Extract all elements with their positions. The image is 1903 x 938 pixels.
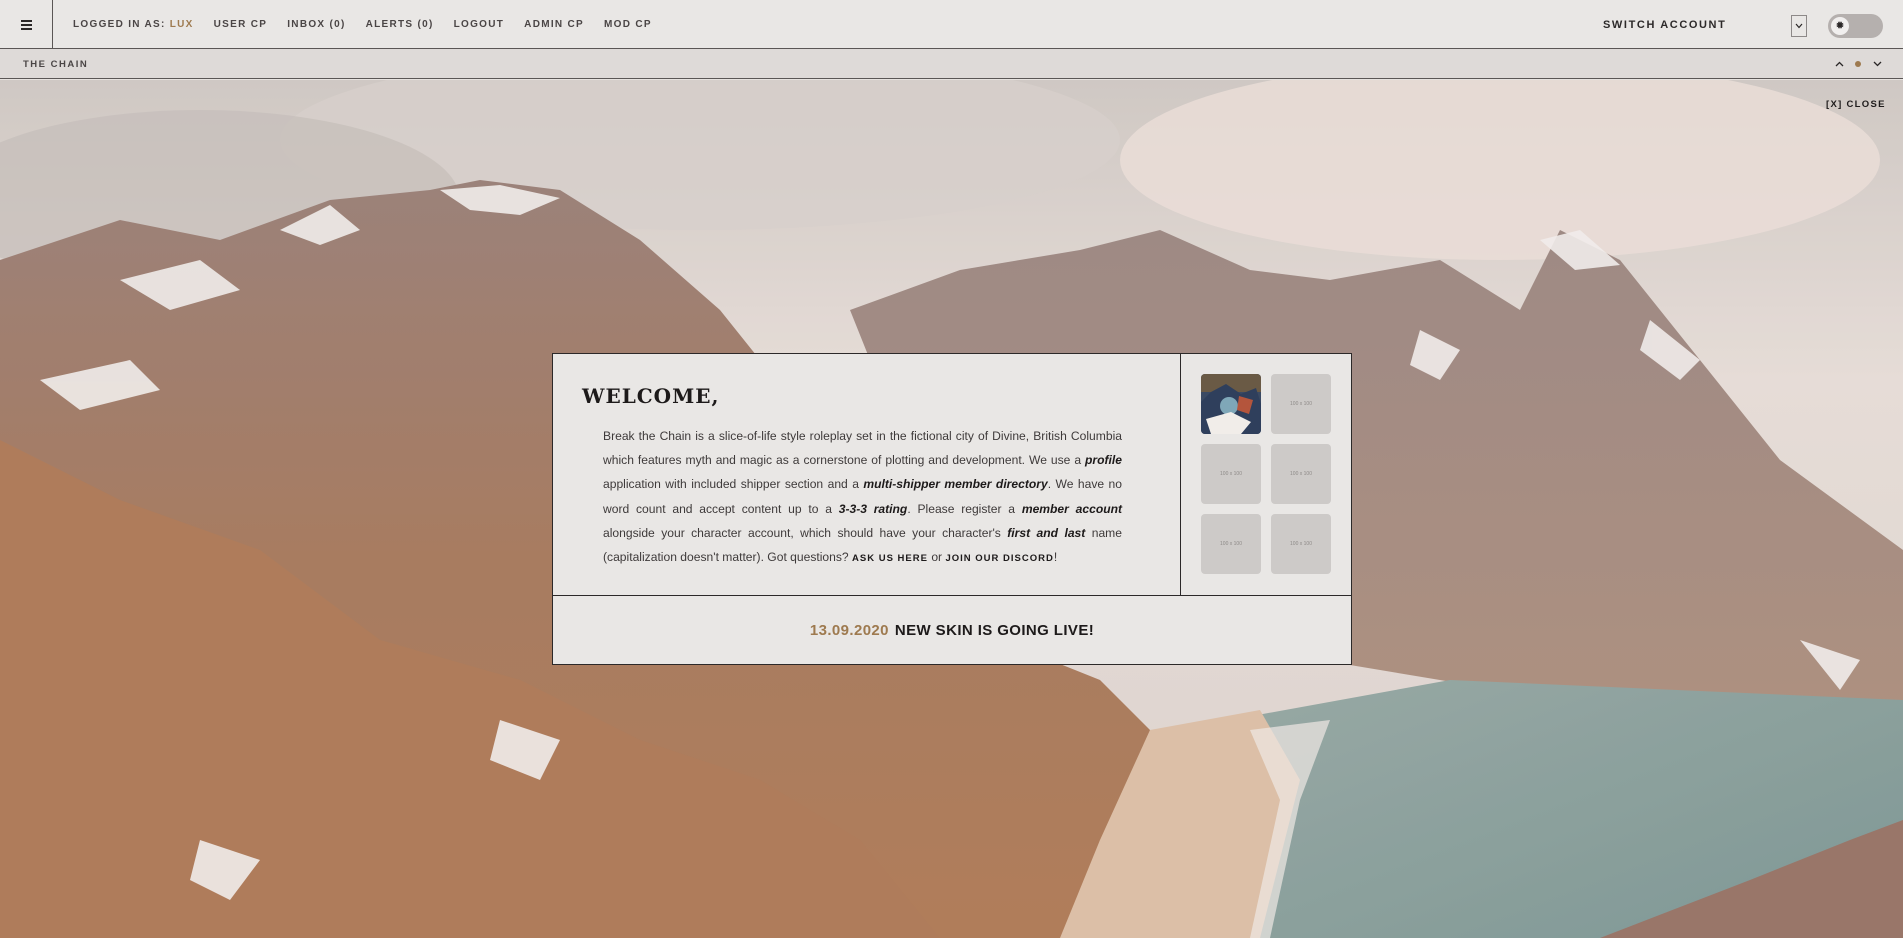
indicator-dot[interactable] [1853,58,1863,70]
theme-toggle[interactable]: ✹ [1828,14,1883,38]
board-title-bar: THE CHAIN [0,49,1903,79]
welcome-heading: WELCOME, [582,384,720,408]
join-discord-link[interactable]: JOIN OUR DISCORD [945,553,1053,564]
close-link[interactable]: [X] CLOSE [1826,99,1886,110]
welcome-section: WELCOME, Break the Chain is a slice-of-l… [553,354,1181,595]
menu-button[interactable] [0,0,53,49]
staff-thumbnails: 100 x 100 100 x 100 100 x 100 100 x 100 … [1201,374,1333,574]
nav-user-cp[interactable]: USER CP [214,19,268,30]
thumbnail-placeholder[interactable]: 100 x 100 [1271,444,1331,504]
thumbnail-photo[interactable] [1201,374,1261,434]
sun-icon: ✹ [1831,17,1849,35]
ask-us-here-link[interactable]: ASK US HERE [852,553,928,564]
username-link[interactable]: LUX [170,19,194,30]
chevron-down-icon [1795,23,1803,29]
welcome-text: Break the Chain is a slice-of-life style… [603,429,1123,565]
nav-inbox[interactable]: INBOX (0) [287,19,345,30]
announcement-headline: NEW SKIN IS GOING LIVE! [894,621,1095,639]
nav-admin-cp[interactable]: ADMIN CP [524,19,584,30]
nav-mod-cp[interactable]: MOD CP [604,19,652,30]
board-title: THE CHAIN [23,59,89,70]
top-navigation-bar: LOGGED IN AS: LUX USER CP INBOX (0) ALER… [0,0,1903,49]
logged-in-status: LOGGED IN AS: LUX [73,19,194,30]
announcement-bar: 13.09.2020 NEW SKIN IS GOING LIVE! [553,595,1351,664]
user-nav: LOGGED IN AS: LUX USER CP INBOX (0) ALER… [73,19,672,30]
dot-icon [1855,61,1861,67]
thumbnail-placeholder[interactable]: 100 x 100 [1201,444,1261,504]
thumbnail-placeholder[interactable]: 100 x 100 [1271,514,1331,574]
switch-account-dropdown[interactable] [1791,15,1807,37]
chevron-down-icon [1873,61,1881,67]
announcement-date: 13.09.2020 [809,621,889,639]
thumbnail-placeholder[interactable]: 100 x 100 [1271,374,1331,434]
nav-alerts[interactable]: ALERTS (0) [366,19,434,30]
thumbnail-placeholder[interactable]: 100 x 100 [1201,514,1261,574]
hamburger-icon [20,19,32,30]
welcome-panel: WELCOME, Break the Chain is a slice-of-l… [552,353,1352,665]
logged-in-label: LOGGED IN AS: [73,18,166,30]
switch-account-label: SWITCH ACCOUNT [1603,19,1727,31]
expand-down-button[interactable] [1872,58,1882,70]
chevron-up-icon [1835,61,1843,67]
collapse-up-button[interactable] [1834,58,1844,70]
avatar-image [1201,374,1261,434]
nav-logout[interactable]: LOGOUT [454,19,505,30]
